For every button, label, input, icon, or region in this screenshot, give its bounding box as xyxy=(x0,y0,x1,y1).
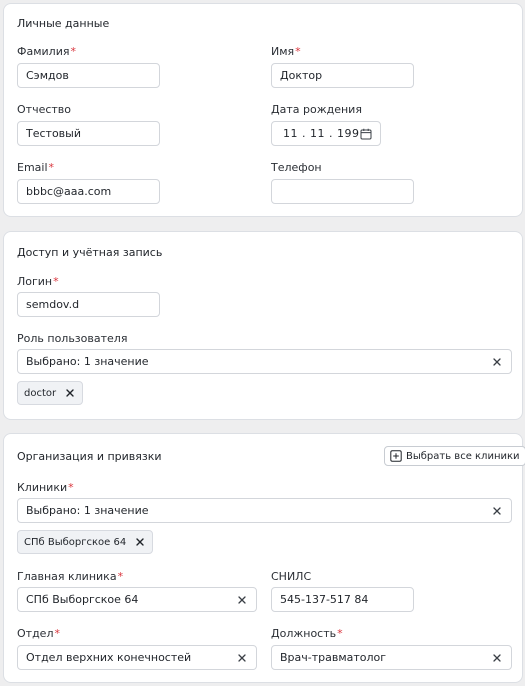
select-all-clinics-button[interactable]: Выбрать все клиники xyxy=(384,446,525,466)
department-label: Отдел* xyxy=(17,627,60,640)
required-mark: * xyxy=(295,45,301,58)
department-select[interactable]: Отдел верхних конечностей xyxy=(17,645,257,670)
main-clinic-label: Главная клиника* xyxy=(17,570,123,583)
birth-date-input[interactable]: 11 . 11 . 1998 xyxy=(271,121,381,146)
remove-chip-icon[interactable] xyxy=(134,536,146,548)
main-clinic-label-text: Главная клиника xyxy=(17,570,117,583)
required-mark: * xyxy=(54,627,60,640)
role-label: Роль пользователя xyxy=(17,332,127,345)
role-chip-label: doctor xyxy=(24,387,57,399)
personal-data-card: Личные данные Фамилия* Сэмдов Имя* Докто… xyxy=(3,3,523,217)
plus-square-icon xyxy=(390,450,402,462)
select-all-clinics-label: Выбрать все клиники xyxy=(406,450,520,462)
phone-label: Телефон xyxy=(271,161,322,174)
birth-date-label-text: Дата рождения xyxy=(271,103,362,116)
email-value: bbbc@aaa.com xyxy=(26,185,112,198)
main-clinic-select[interactable]: СПб Выборгское 64 xyxy=(17,587,257,612)
snils-label: СНИЛС xyxy=(271,570,311,583)
first-name-label: Имя* xyxy=(271,45,301,58)
remove-chip-icon[interactable] xyxy=(64,387,76,399)
section-title: Доступ и учётная запись xyxy=(17,246,163,259)
birth-date-value: 11 . 11 . 1998 xyxy=(283,127,360,140)
main-clinic-value: СПб Выборгское 64 xyxy=(26,593,139,606)
last-name-label: Фамилия* xyxy=(17,45,76,58)
email-input[interactable]: bbbc@aaa.com xyxy=(17,179,160,204)
login-input[interactable]: semdov.d xyxy=(17,292,160,317)
role-chip: doctor xyxy=(17,381,84,405)
position-label-text: Должность xyxy=(271,627,337,640)
section-title: Организация и привязки xyxy=(17,450,162,463)
first-name-value: Доктор xyxy=(280,69,323,82)
required-mark: * xyxy=(117,570,124,583)
last-name-value: Сэмдов xyxy=(26,69,69,82)
calendar-icon[interactable] xyxy=(360,128,372,140)
clear-icon[interactable] xyxy=(491,505,503,517)
middle-name-value: Тестовый xyxy=(26,127,81,140)
birth-date-label: Дата рождения xyxy=(271,103,362,116)
login-label: Логин* xyxy=(17,275,59,288)
login-value: semdov.d xyxy=(26,298,80,311)
position-value: Врач-травматолог xyxy=(280,651,387,664)
email-label-text: Email xyxy=(17,161,48,174)
last-name-input[interactable]: Сэмдов xyxy=(17,63,160,88)
clinic-chip-label: СПб Выборгское 64 xyxy=(24,536,127,548)
phone-input[interactable] xyxy=(271,179,414,204)
required-mark: * xyxy=(70,45,76,58)
clear-icon[interactable] xyxy=(236,652,248,664)
required-mark: * xyxy=(48,161,55,174)
login-label-text: Логин xyxy=(17,275,53,288)
first-name-label-text: Имя xyxy=(271,45,295,58)
clinic-chip: СПб Выборгское 64 xyxy=(17,530,154,554)
access-card: Доступ и учётная запись Логин* semdov.d … xyxy=(3,231,523,420)
department-value: Отдел верхних конечностей xyxy=(26,651,192,664)
required-mark: * xyxy=(68,481,74,494)
clinics-select[interactable]: Выбрано: 1 значение xyxy=(17,498,512,523)
required-mark: * xyxy=(53,275,59,288)
middle-name-label: Отчество xyxy=(17,103,71,116)
clear-icon[interactable] xyxy=(236,594,248,606)
first-name-input[interactable]: Доктор xyxy=(271,63,414,88)
snils-label-text: СНИЛС xyxy=(271,570,312,583)
clinics-label-text: Клиники xyxy=(17,481,68,494)
last-name-label-text: Фамилия xyxy=(17,45,70,58)
section-title: Личные данные xyxy=(17,17,110,30)
department-label-text: Отдел xyxy=(17,627,54,640)
clear-icon[interactable] xyxy=(491,356,503,368)
role-select[interactable]: Выбрано: 1 значение xyxy=(17,349,512,374)
clinics-select-value: Выбрано: 1 значение xyxy=(26,504,149,517)
phone-label-text: Телефон xyxy=(271,161,322,174)
organization-card: Организация и привязки Выбрать все клини… xyxy=(3,433,525,683)
email-label: Email* xyxy=(17,161,54,174)
clinics-label: Клиники* xyxy=(17,481,74,494)
snils-input[interactable]: 545-137-517 84 xyxy=(271,587,414,612)
position-label: Должность* xyxy=(271,627,343,640)
position-select[interactable]: Врач-травматолог xyxy=(271,645,512,670)
middle-name-label-text: Отчество xyxy=(17,103,72,116)
middle-name-input[interactable]: Тестовый xyxy=(17,121,160,146)
required-mark: * xyxy=(337,627,343,640)
role-label-text: Роль пользователя xyxy=(17,332,128,345)
clear-icon[interactable] xyxy=(491,652,503,664)
role-select-value: Выбрано: 1 значение xyxy=(26,355,149,368)
snils-value: 545-137-517 84 xyxy=(280,593,369,606)
